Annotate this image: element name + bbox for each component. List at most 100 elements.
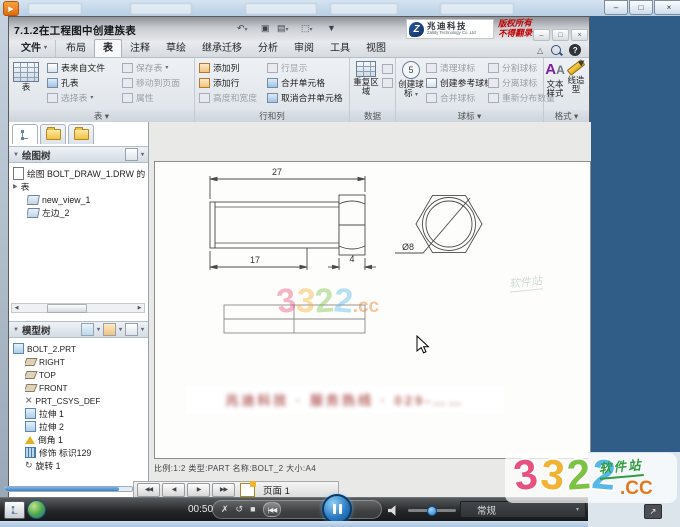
table-from-file-button[interactable]: 表来自文件 bbox=[47, 60, 105, 75]
mode-dropdown[interactable]: 常规 ▾ bbox=[460, 501, 586, 518]
text-style-button[interactable]: AA 文本样式 bbox=[545, 61, 565, 98]
collapse-icon[interactable]: ▼ bbox=[13, 152, 19, 158]
tab-table[interactable]: 表 bbox=[94, 39, 122, 57]
move-to-page-button[interactable]: 移动到页面 bbox=[122, 75, 180, 90]
create-ref-balloon-button[interactable]: 创建参考球标 bbox=[426, 75, 493, 90]
tree-horizontal-scrollbar[interactable]: ◀ ▶ bbox=[11, 303, 145, 313]
group-label-table[interactable]: 表 ▾ bbox=[9, 110, 194, 122]
expand-icon[interactable]: ↗ bbox=[644, 504, 662, 519]
tab-annotate[interactable]: 注释 bbox=[122, 40, 158, 57]
maximize-button[interactable]: □ bbox=[629, 0, 653, 15]
merge-balloons-button[interactable]: 合并球标 bbox=[426, 90, 493, 105]
close-button[interactable]: × bbox=[654, 0, 680, 15]
expand-icon[interactable]: ▶ bbox=[13, 183, 18, 190]
tree-settings-icon[interactable] bbox=[125, 148, 138, 161]
feature-right[interactable]: RIGHT bbox=[25, 355, 65, 368]
tree-item-view[interactable]: 左边_2 bbox=[27, 206, 69, 219]
taskbar-item[interactable] bbox=[28, 3, 82, 15]
search-icon[interactable] bbox=[551, 45, 561, 55]
unmerge-cells-button[interactable]: 取消合并单元格 bbox=[267, 90, 343, 105]
model-root[interactable]: BOLT_2.PRT bbox=[13, 342, 76, 355]
tree-item-view[interactable]: new_view_1 bbox=[27, 193, 90, 206]
last-page-button[interactable]: ▶▶ bbox=[212, 483, 235, 497]
undo-icon[interactable]: ↶▾ bbox=[237, 23, 248, 34]
rewind-button[interactable]: |◀◀ bbox=[263, 502, 282, 517]
feature-front[interactable]: FRONT bbox=[25, 381, 68, 394]
filter-icon[interactable] bbox=[103, 323, 116, 336]
volume-thumb[interactable] bbox=[427, 506, 437, 516]
tree-item-table[interactable]: ▶ 表 bbox=[13, 180, 29, 193]
height-width-button[interactable]: 高度和宽度 bbox=[199, 90, 257, 105]
proe-close-button[interactable]: × bbox=[571, 29, 588, 41]
open-icon[interactable]: ⬚▾ bbox=[301, 23, 313, 34]
feature-top[interactable]: TOP bbox=[25, 368, 56, 381]
replay-icon[interactable]: ↺ bbox=[236, 505, 244, 514]
tab-analysis[interactable]: 分析 bbox=[250, 40, 286, 57]
graphics-area[interactable]: 27 17 4 Ø8 3322.cc 软件站 兆迪科技 · 服务热线 · 029… bbox=[149, 122, 591, 497]
show-icon[interactable] bbox=[81, 323, 94, 336]
minimize-button[interactable]: – bbox=[604, 0, 628, 15]
taskbar-item[interactable] bbox=[330, 3, 398, 15]
create-balloon-button[interactable]: 5 创建球标 ▾ bbox=[398, 61, 424, 98]
pause-button[interactable] bbox=[322, 494, 352, 524]
feature-csys[interactable]: ⨯PRT_CSYS_DEF bbox=[25, 394, 100, 407]
tree-item-drawing[interactable]: 绘图 BOLT_DRAW_1.DRW 的第 1 bbox=[13, 167, 145, 180]
hole-table-button[interactable]: 孔表 bbox=[47, 75, 105, 90]
feature-extrude2[interactable]: 拉伸 2 bbox=[25, 420, 64, 433]
collapse-icon[interactable]: ▼ bbox=[13, 327, 19, 333]
tab-file[interactable]: 文件▾ bbox=[13, 40, 56, 57]
first-page-button[interactable]: ◀◀ bbox=[137, 483, 160, 497]
proe-restore-button[interactable]: □ bbox=[552, 29, 569, 41]
line-style-button[interactable]: 线造型 bbox=[566, 64, 586, 94]
save-table-button[interactable]: 保存表▾ bbox=[122, 60, 180, 75]
tab-view[interactable]: 视图 bbox=[358, 40, 394, 57]
repeat-region-button[interactable]: 重复区域 bbox=[352, 61, 380, 96]
proe-minimize-button[interactable]: – bbox=[533, 29, 550, 41]
browser-globe-icon[interactable] bbox=[27, 500, 46, 519]
row-display-button[interactable]: 行显示 bbox=[267, 60, 343, 75]
feature-revolve[interactable]: ↻旋转 1 bbox=[25, 459, 60, 472]
model-tree-tab[interactable] bbox=[12, 124, 38, 144]
prev-page-button[interactable]: ◀ bbox=[162, 483, 185, 497]
collapse-ribbon-icon[interactable]: △ bbox=[537, 46, 543, 55]
new-sheet-icon[interactable] bbox=[240, 483, 255, 497]
tab-review[interactable]: 审阅 bbox=[286, 40, 322, 57]
eraser-icon[interactable] bbox=[382, 64, 393, 74]
annotate-icon[interactable]: ✗ bbox=[221, 505, 229, 514]
chevron-down-icon[interactable]: ▾ bbox=[141, 151, 144, 158]
tab-sketch[interactable]: 草绘 bbox=[158, 40, 194, 57]
group-label-balloon[interactable]: 球标 ▾ bbox=[396, 110, 543, 122]
feature-cosmetic[interactable]: 修饰 标识129 bbox=[25, 446, 91, 459]
quick-access-menu-icon[interactable]: ▼ bbox=[327, 23, 336, 33]
model-tree-toggle-button[interactable] bbox=[4, 501, 25, 519]
merge-cells-button[interactable]: 合并单元格 bbox=[267, 75, 343, 90]
tab-tools[interactable]: 工具 bbox=[322, 40, 358, 57]
video-seekbar[interactable] bbox=[4, 486, 133, 492]
speaker-icon[interactable] bbox=[388, 505, 399, 516]
taskbar-item[interactable] bbox=[130, 3, 192, 15]
paste-icon[interactable]: ▣ bbox=[261, 23, 270, 34]
clean-balloons-button[interactable]: 清理球标 bbox=[426, 60, 493, 75]
tab-layout[interactable]: 布局 bbox=[58, 40, 94, 57]
scroll-left-icon[interactable]: ◀ bbox=[12, 305, 21, 311]
save-icon[interactable]: ▤▾ bbox=[277, 23, 289, 34]
favorites-tab[interactable] bbox=[68, 124, 94, 144]
switch-symbols-icon[interactable] bbox=[382, 78, 393, 88]
taskbar-item[interactable] bbox=[245, 3, 317, 15]
folder-browser-tab[interactable] bbox=[40, 124, 66, 144]
tree-columns-icon[interactable] bbox=[125, 323, 138, 336]
help-icon[interactable]: ? bbox=[569, 44, 581, 56]
taskbar-item[interactable] bbox=[440, 3, 514, 15]
volume-slider[interactable] bbox=[408, 509, 456, 512]
feature-extrude1[interactable]: 拉伸 1 bbox=[25, 407, 64, 420]
add-column-button[interactable]: 添加列 bbox=[199, 60, 257, 75]
table-button[interactable]: 表 bbox=[13, 62, 39, 92]
group-label-data[interactable]: 数据 bbox=[350, 110, 395, 122]
tab-inherit-migrate[interactable]: 继承迁移 bbox=[194, 40, 250, 57]
feature-chamfer[interactable]: 倒角 1 bbox=[25, 433, 63, 446]
stop-icon[interactable]: ■ bbox=[250, 505, 255, 514]
scrollbar-thumb[interactable] bbox=[47, 304, 87, 313]
add-row-button[interactable]: 添加行 bbox=[199, 75, 257, 90]
select-table-button[interactable]: 选择表▾ bbox=[47, 90, 105, 105]
group-label-format[interactable]: 格式 ▾ bbox=[544, 110, 589, 122]
